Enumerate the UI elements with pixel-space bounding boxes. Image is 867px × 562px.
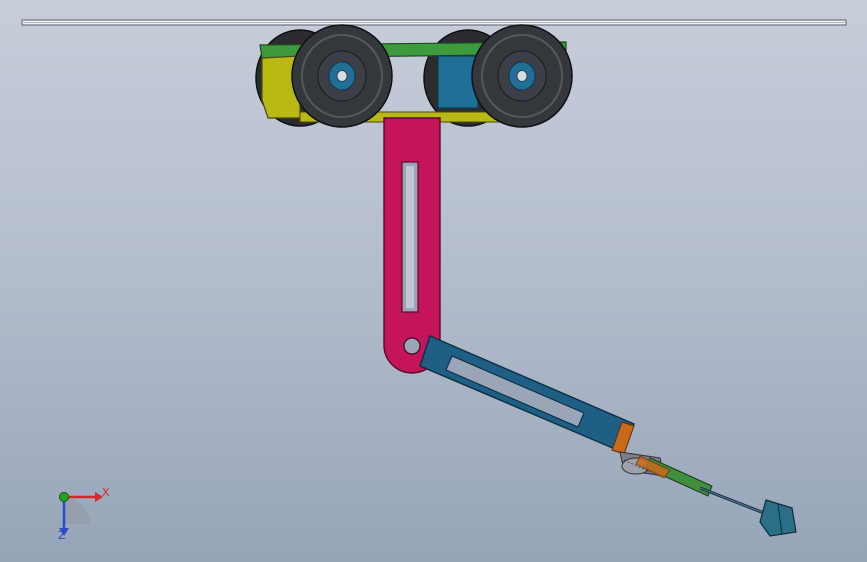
- z-axis-label: Z: [58, 529, 66, 542]
- y-axis-dot: [59, 492, 69, 502]
- front-wheel-left: [291, 24, 393, 128]
- assembly-drawing: [21, 19, 847, 537]
- lower-arm: [419, 335, 635, 455]
- x-axis-label: X: [102, 486, 110, 499]
- cad-viewport[interactable]: X Z: [0, 0, 867, 562]
- end-effector: [699, 486, 797, 537]
- gear-assembly: [619, 451, 713, 497]
- hanger-link: [383, 117, 441, 374]
- overhead-rail: [21, 19, 847, 26]
- front-wheel-right: [471, 24, 573, 128]
